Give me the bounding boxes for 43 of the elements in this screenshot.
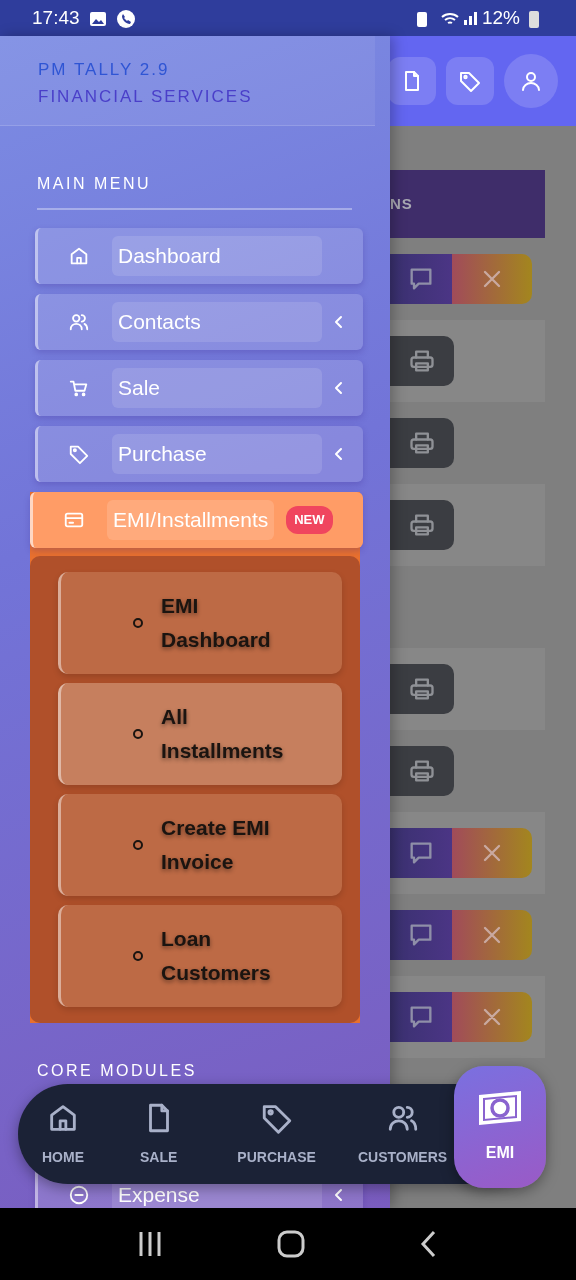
nav-tab[interactable]: HOME <box>36 1100 90 1168</box>
battery-percentage: 12% <box>481 5 520 30</box>
message-button[interactable] <box>390 910 452 960</box>
cancel-button[interactable] <box>452 828 532 878</box>
menu-item[interactable]: Sale <box>35 360 363 416</box>
print-button[interactable] <box>390 664 454 714</box>
section-heading: CORE MODULES <box>37 1061 198 1081</box>
submenu-item[interactable]: All Installments <box>58 683 342 785</box>
nav-tab[interactable]: SALE <box>134 1100 184 1168</box>
brand-title: PM TALLY 2.9 <box>38 59 171 81</box>
message-button[interactable] <box>390 828 452 878</box>
print-button[interactable] <box>390 746 454 796</box>
cancel-button[interactable] <box>452 254 532 304</box>
menu-item[interactable]: Dashboard <box>35 228 363 284</box>
cancel-button[interactable] <box>452 910 532 960</box>
user-icon <box>519 69 543 93</box>
file-button[interactable] <box>388 57 436 105</box>
emi-button[interactable]: EMI <box>454 1066 546 1188</box>
message-button[interactable] <box>390 992 452 1042</box>
cancel-button[interactable] <box>452 992 532 1042</box>
signal-icon <box>463 11 478 25</box>
message-button[interactable] <box>390 254 452 304</box>
profile-button[interactable] <box>504 54 558 108</box>
recent-apps-icon <box>137 1230 163 1258</box>
nav-tab[interactable]: CUSTOMERS <box>351 1100 454 1168</box>
tag-icon <box>458 69 482 93</box>
new-badge: NEW <box>286 506 333 534</box>
print-button[interactable] <box>390 500 454 550</box>
print-button[interactable] <box>390 418 454 468</box>
submenu-item[interactable]: EMI Dashboard <box>58 572 342 674</box>
menu-item[interactable]: EMI/Installments NEW <box>30 492 363 548</box>
brand-subtitle: FINANCIAL SERVICES <box>38 86 254 108</box>
status-time: 17:43 <box>32 5 80 30</box>
section-heading: MAIN MENU <box>37 174 153 194</box>
banknote-icon <box>477 1089 523 1127</box>
nav-tab[interactable]: PURCHASE <box>231 1100 322 1168</box>
menu-item[interactable]: Purchase <box>35 426 363 482</box>
print-button[interactable] <box>390 336 454 386</box>
tag-button[interactable] <box>446 57 494 105</box>
submenu-item[interactable]: Loan Customers <box>58 905 342 1007</box>
menu-item[interactable]: Contacts <box>35 294 363 350</box>
submenu-item[interactable]: Create EMI Invoice <box>58 794 342 896</box>
table-header: NS <box>390 170 545 238</box>
